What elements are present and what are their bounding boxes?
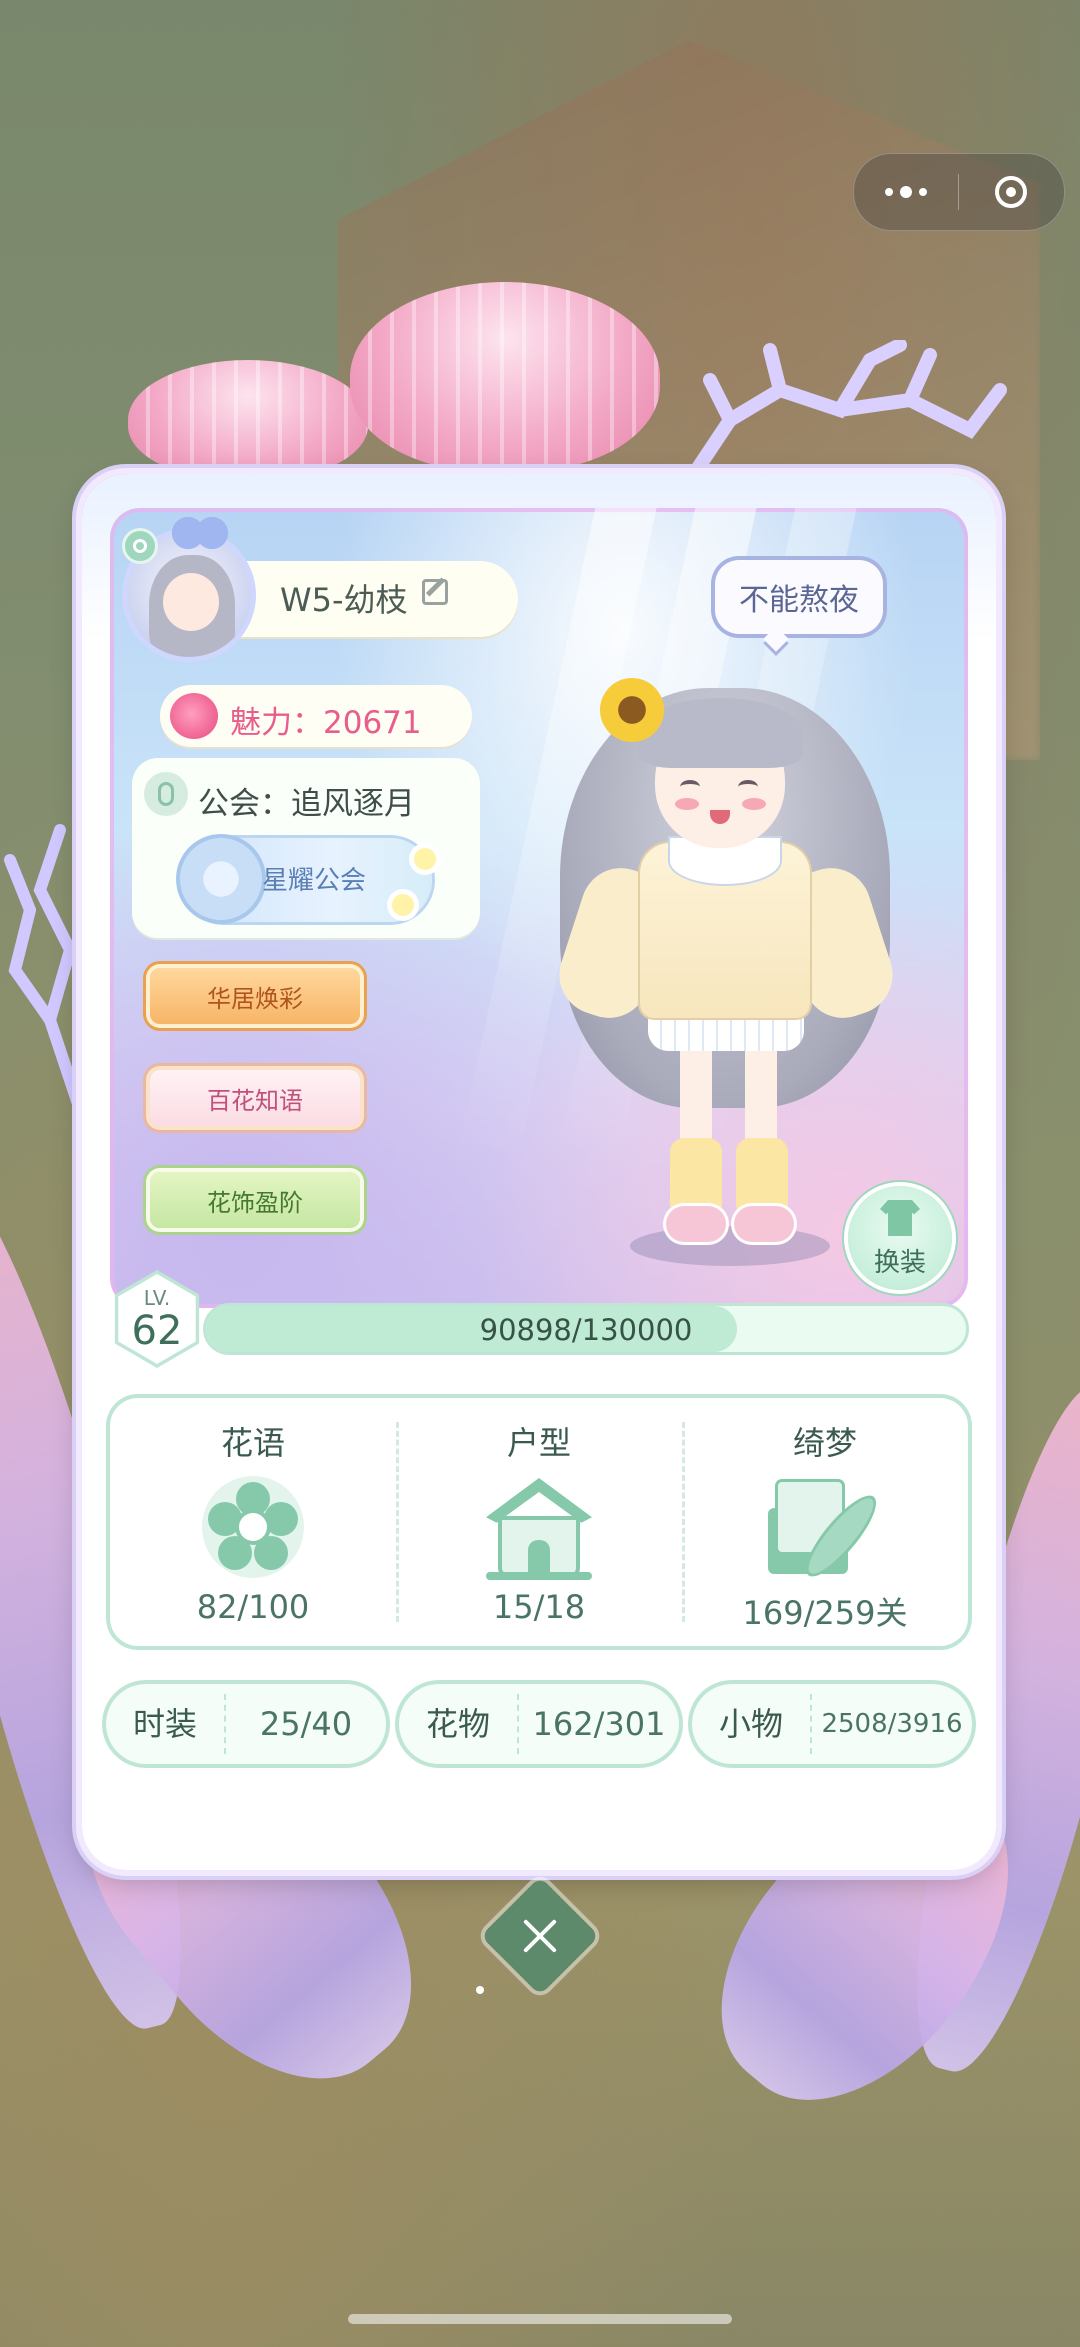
banner-label: 百花知语 (207, 1086, 303, 1115)
guild-panel: 公会：追风逐月 星耀公会 (132, 758, 480, 938)
change-outfit-label: 换装 (873, 1248, 926, 1278)
guild-name: 公会：追风逐月 (198, 786, 415, 822)
banner-home-decor[interactable]: 华居焕彩 (150, 968, 360, 1024)
level-label: LV. (143, 1286, 171, 1310)
flower-decoration (392, 894, 414, 916)
charm-value: 魅力：20671 (230, 705, 422, 741)
counter-flower-items[interactable]: 花物 162/301 (399, 1684, 679, 1764)
banner-flower-language[interactable]: 百花知语 (150, 1070, 360, 1126)
exp-progress-bar: 90898/130000 (206, 1306, 966, 1352)
guild-badge-label: 星耀公会 (262, 866, 367, 896)
counter-value: 25/40 (259, 1705, 353, 1743)
stat-flower-language[interactable]: 花语 82/100 (110, 1398, 396, 1646)
stat-title: 绮梦 (792, 1424, 857, 1462)
more-options-button[interactable] (854, 154, 958, 230)
page-indicator-dot (476, 1986, 484, 1994)
coral-decoration (683, 340, 1007, 487)
flower-decoration (414, 848, 436, 870)
counter-label: 花物 (425, 1705, 490, 1743)
counter-small-items[interactable]: 小物 2508/3916 (692, 1684, 972, 1764)
jellyfish-decoration (128, 360, 368, 480)
home-indicator (348, 2314, 732, 2324)
change-outfit-button[interactable]: 换装 (848, 1186, 952, 1290)
close-icon[interactable] (498, 1894, 582, 1978)
stat-dream[interactable]: 绮梦 169/259关 (682, 1398, 968, 1646)
exit-miniprogram-button[interactable] (959, 154, 1063, 230)
compass-wheel-icon (176, 834, 266, 924)
banner-flower-ornament[interactable]: 花饰盈阶 (150, 1172, 360, 1228)
counter-outfits[interactable]: 时装 25/40 (106, 1684, 386, 1764)
house-icon (486, 1478, 592, 1580)
letter-quill-icon (768, 1478, 882, 1582)
guild-badge[interactable]: 星耀公会 (176, 834, 436, 924)
target-icon (995, 176, 1027, 208)
stat-title: 户型 (506, 1424, 571, 1462)
counter-label: 小物 (718, 1705, 783, 1743)
signature-bubble[interactable]: 不能熬夜 (715, 560, 883, 634)
coral-decoration (4, 824, 86, 1116)
profile-card: 不能熬夜 W5-幼枝 魅力：20671 公会：追风逐月 星耀公会 华居焕彩 百花… (82, 474, 996, 1870)
shirt-icon (880, 1200, 920, 1236)
collection-stats: 花语 82/100 户型 15/18 绮梦 169/259关 (110, 1398, 968, 1646)
player-name: W5-幼枝 (280, 581, 408, 619)
stat-title: 花语 (220, 1424, 285, 1462)
miniprogram-capsule (853, 153, 1065, 231)
banner-label: 华居焕彩 (207, 984, 303, 1013)
signature-text: 不能熬夜 (739, 583, 859, 618)
jellyfish-decoration (350, 282, 660, 472)
stat-value: 15/18 (492, 1588, 586, 1626)
rose-icon (170, 693, 218, 739)
stat-value: 169/259关 (742, 1594, 908, 1632)
bow-decoration (170, 516, 230, 550)
counter-label: 时装 (132, 1705, 197, 1743)
sunflower-hairpin-icon (600, 678, 664, 742)
counter-value: 2508/3916 (821, 1709, 963, 1739)
stat-house-type[interactable]: 户型 15/18 (396, 1398, 682, 1646)
guild-icon (144, 772, 188, 816)
charm-pill: 魅力：20671 (160, 685, 472, 747)
flower-icon (202, 1476, 304, 1578)
exp-text: 90898/130000 (479, 1313, 693, 1347)
character-scene: 不能熬夜 W5-幼枝 魅力：20671 公会：追风逐月 星耀公会 华居焕彩 百花… (110, 508, 968, 1308)
stat-value: 82/100 (196, 1588, 310, 1626)
level-value: 62 (131, 1308, 183, 1354)
banner-label: 花饰盈阶 (207, 1188, 303, 1217)
edit-name-icon[interactable] (422, 579, 448, 605)
counter-value: 162/301 (532, 1705, 666, 1743)
settings-gear-icon[interactable] (122, 528, 158, 564)
